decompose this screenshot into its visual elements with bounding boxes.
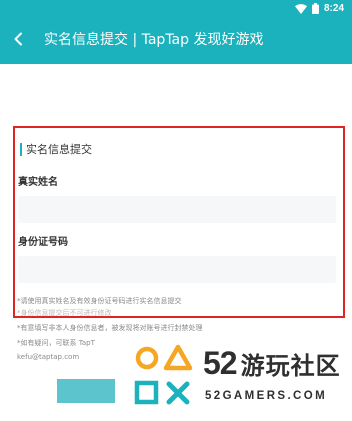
note-contact: *如有疑问，可联系 TapT — [17, 339, 95, 347]
back-arrow-icon — [12, 31, 24, 50]
wifi-icon — [294, 0, 307, 18]
watermark-brand-number: 52 — [203, 345, 238, 381]
status-indicators: 8:24 — [294, 0, 344, 18]
name-label: 真实姓名 — [18, 177, 58, 188]
watermark-logo-icon — [133, 342, 195, 410]
watermark-domain: 52GAMERS.COM — [205, 390, 328, 402]
status-bar: 8:24 — [0, 0, 352, 16]
status-time: 8:24 — [323, 2, 344, 14]
section-title: 实名信息提交 — [20, 141, 92, 157]
section-title-text: 实名信息提交 — [26, 143, 92, 156]
name-input[interactable] — [18, 196, 336, 223]
note-no-modify: *身份信息提交后不可进行修改 — [17, 309, 112, 317]
page-title: 实名信息提交 | TapTap 发现好游戏 — [44, 32, 264, 48]
back-button[interactable] — [6, 28, 30, 52]
id-number-input[interactable] — [18, 256, 336, 283]
submit-button[interactable] — [57, 379, 115, 403]
battery-icon — [311, 0, 319, 18]
section-accent-bar — [20, 142, 22, 156]
id-number-label: 身份证号码 — [18, 237, 68, 248]
note-real-name: *请使用真实姓名及有效身份证号码进行实名信息提交 — [17, 297, 182, 305]
support-email[interactable]: kefu@taptap.com — [17, 353, 79, 361]
watermark-brand-text: 游玩社区 — [240, 352, 341, 380]
note-ban-warning: *有意填写非本人身份信息者，被发现将对账号进行封禁处理 — [17, 324, 203, 332]
watermark-brand: 52 游玩社区 — [203, 346, 341, 380]
app-bar: 实名信息提交 | TapTap 发现好游戏 — [0, 16, 352, 64]
